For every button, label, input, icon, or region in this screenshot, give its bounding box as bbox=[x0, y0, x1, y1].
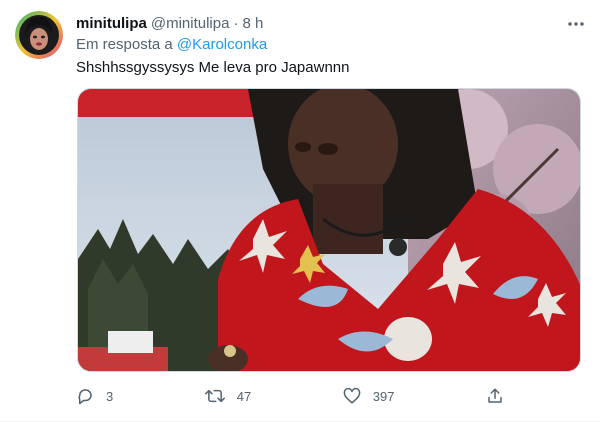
tweet-actions: 3 47 397 bbox=[76, 384, 516, 408]
reply-count: 3 bbox=[106, 388, 114, 404]
media-image bbox=[78, 89, 580, 371]
reply-icon bbox=[78, 389, 92, 405]
tweet-media[interactable] bbox=[77, 88, 581, 372]
retweet-button[interactable]: 47 bbox=[204, 387, 252, 405]
more-dots-icon bbox=[568, 22, 584, 26]
more-options-button[interactable] bbox=[564, 12, 588, 36]
avatar[interactable] bbox=[15, 11, 63, 59]
like-button[interactable]: 397 bbox=[343, 387, 395, 405]
reply-prefix: Em resposta a bbox=[76, 36, 173, 53]
share-icon bbox=[488, 388, 502, 403]
display-name[interactable]: minitulipa bbox=[76, 15, 147, 32]
separator-dot: · bbox=[233, 14, 239, 32]
tweet[interactable]: minitulipa @minitulipa · 8 h Em resposta… bbox=[0, 0, 600, 422]
reply-button[interactable]: 3 bbox=[76, 387, 113, 405]
tweet-time[interactable]: 8 h bbox=[242, 15, 263, 32]
user-handle[interactable]: @minitulipa bbox=[151, 15, 230, 32]
share-button[interactable] bbox=[486, 387, 516, 405]
retweet-icon bbox=[204, 389, 225, 403]
like-count: 397 bbox=[372, 388, 395, 404]
heart-icon bbox=[343, 387, 361, 404]
tweet-text: Shshhssgyssysys Me leva pro Japawnnn bbox=[76, 59, 350, 76]
reply-to-link[interactable]: @Karolconka bbox=[177, 36, 267, 53]
reply-context: Em resposta a @Karolconka bbox=[76, 36, 267, 53]
tweet-header: minitulipa @minitulipa · 8 h bbox=[76, 13, 580, 33]
retweet-count: 47 bbox=[236, 388, 252, 404]
